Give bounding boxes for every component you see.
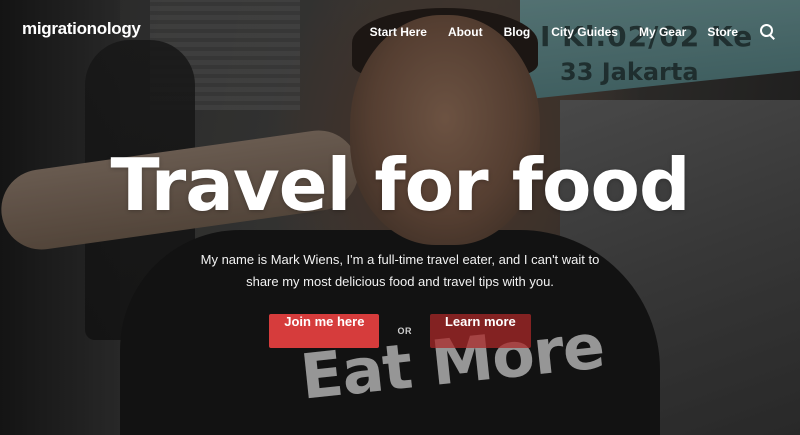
site-logo[interactable]: migrationology <box>22 19 141 39</box>
nav-city-guides[interactable]: City Guides <box>551 25 618 39</box>
learn-more-button[interactable]: Learn more <box>429 314 531 348</box>
nav-blog[interactable]: Blog <box>504 25 531 39</box>
nav-my-gear[interactable]: My Gear <box>639 25 686 39</box>
logo-text: migrationology <box>22 19 141 38</box>
or-separator: OR <box>397 326 412 336</box>
site-header: migrationology Start Here About Blog Cit… <box>0 0 800 62</box>
search-icon[interactable] <box>760 24 775 39</box>
nav-store[interactable]: Store <box>707 25 738 39</box>
hero-subtext: My name is Mark Wiens, I'm a full-time t… <box>200 252 600 289</box>
main-nav: Start Here About Blog City Guides My Gea… <box>349 24 775 39</box>
cta-row: Join me here OR Learn more <box>0 314 800 348</box>
join-me-button[interactable]: Join me here <box>269 314 380 348</box>
hero-section: I Kl.02/02 Ke 33 Jakarta Eat More migrat… <box>0 0 800 435</box>
nav-about[interactable]: About <box>448 25 483 39</box>
hero-headline: Travel for food <box>110 143 691 227</box>
nav-start-here[interactable]: Start Here <box>370 25 427 39</box>
